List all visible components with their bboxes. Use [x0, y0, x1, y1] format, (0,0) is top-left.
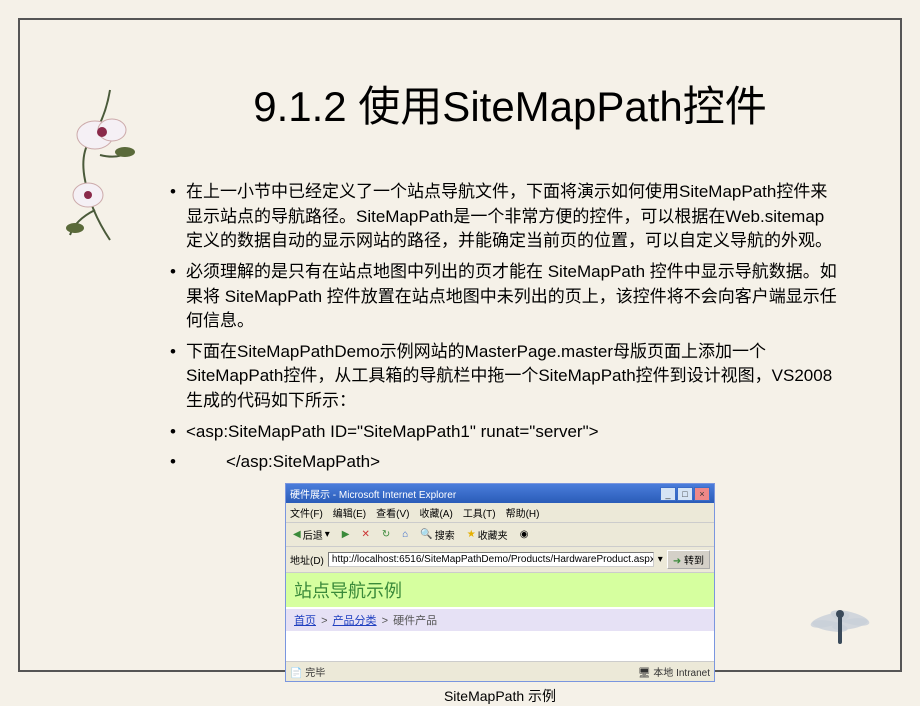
flower-decoration — [50, 80, 170, 260]
stop-button[interactable]: ✕ — [358, 528, 372, 541]
code-line: </asp:SiteMapPath> — [186, 450, 840, 475]
menu-view[interactable]: 查看(V) — [376, 505, 409, 520]
bullet-2: • 必须理解的是只有在站点地图中列出的页才能在 SiteMapPath 控件中显… — [160, 260, 840, 334]
breadcrumb-sep: > — [321, 615, 327, 627]
breadcrumb-category[interactable]: 产品分类 — [333, 615, 377, 627]
ie-window: 硬件展示 - Microsoft Internet Explorer _ □ ×… — [285, 483, 715, 682]
breadcrumb: 首页 > 产品分类 > 硬件产品 — [286, 609, 714, 631]
star-icon: ★ — [467, 529, 476, 540]
media-icon: ◉ — [520, 529, 529, 540]
menu-help[interactable]: 帮助(H) — [506, 505, 540, 520]
figure-caption: SiteMapPath 示例 — [160, 686, 840, 706]
code-line: <asp:SiteMapPath ID="SiteMapPath1" runat… — [186, 420, 840, 445]
close-icon[interactable]: × — [694, 487, 710, 501]
bullet-text: 必须理解的是只有在站点地图中列出的页才能在 SiteMapPath 控件中显示导… — [186, 260, 840, 334]
breadcrumb-sep: > — [382, 615, 388, 627]
slide-title: 9.1.2 使用SiteMapPath控件 — [180, 80, 840, 135]
titlebar-buttons: _ □ × — [660, 487, 710, 501]
done-icon: 📄 — [290, 668, 302, 679]
home-button[interactable]: ⌂ — [399, 528, 411, 541]
bullet-code-close: • </asp:SiteMapPath> — [160, 450, 840, 475]
page-header: 站点导航示例 — [286, 573, 714, 607]
ie-content: 站点导航示例 首页 > 产品分类 > 硬件产品 — [286, 573, 714, 661]
go-button[interactable]: ➜ 转到 — [667, 550, 710, 569]
forward-icon: ▶ — [342, 529, 350, 540]
media-button[interactable]: ◉ — [517, 528, 532, 541]
bullet-3: • 下面在SiteMapPathDemo示例网站的MasterPage.mast… — [160, 340, 840, 414]
back-icon: ◀ — [293, 529, 301, 540]
zone-text: 本地 Intranet — [653, 668, 710, 679]
zone-icon: 🖥 — [638, 668, 651, 679]
breadcrumb-current: 硬件产品 — [393, 615, 437, 627]
search-icon: 🔍 — [420, 529, 432, 540]
ie-title: 硬件展示 - Microsoft Internet Explorer — [290, 486, 456, 501]
menu-file[interactable]: 文件(F) — [290, 505, 323, 520]
chevron-down-icon: ▾ — [325, 529, 330, 540]
search-button[interactable]: 🔍 搜索 — [417, 526, 457, 543]
address-input[interactable]: http://localhost:6516/SiteMapPathDemo/Pr… — [328, 552, 654, 567]
menu-edit[interactable]: 编辑(E) — [333, 505, 366, 520]
menu-fav[interactable]: 收藏(A) — [419, 505, 452, 520]
dropdown-icon[interactable]: ▾ — [658, 554, 663, 565]
content-area: • 在上一小节中已经定义了一个站点导航文件，下面将演示如何使用SiteMapPa… — [160, 180, 840, 706]
minimize-icon[interactable]: _ — [660, 487, 676, 501]
back-button[interactable]: ◀ 后退 ▾ — [290, 526, 333, 543]
bullet-text: 在上一小节中已经定义了一个站点导航文件，下面将演示如何使用SiteMapPath… — [186, 180, 840, 254]
breadcrumb-home[interactable]: 首页 — [294, 615, 316, 627]
stop-icon: ✕ — [361, 529, 369, 540]
bullet-marker: • — [160, 450, 186, 475]
refresh-icon: ↻ — [382, 529, 390, 540]
refresh-button[interactable]: ↻ — [379, 528, 393, 541]
ie-toolbar: ◀ 后退 ▾ ▶ ✕ ↻ ⌂ 🔍 搜索 ★ — [286, 523, 714, 547]
favorites-button[interactable]: ★ 收藏夹 — [464, 526, 511, 543]
maximize-icon[interactable]: □ — [677, 487, 693, 501]
bullet-1: • 在上一小节中已经定义了一个站点导航文件，下面将演示如何使用SiteMapPa… — [160, 180, 840, 254]
go-icon: ➜ — [673, 556, 681, 567]
bullet-marker: • — [160, 340, 186, 365]
ie-addressbar: 地址(D) http://localhost:6516/SiteMapPathD… — [286, 547, 714, 573]
bullet-marker: • — [160, 420, 186, 445]
ie-menubar: 文件(F) 编辑(E) 查看(V) 收藏(A) 工具(T) 帮助(H) — [286, 503, 714, 523]
bullet-marker: • — [160, 180, 186, 205]
bullet-marker: • — [160, 260, 186, 285]
slide-frame: 9.1.2 使用SiteMapPath控件 • 在上一小节中已经定义了一个站点导… — [18, 18, 902, 672]
ie-titlebar: 硬件展示 - Microsoft Internet Explorer _ □ × — [286, 484, 714, 503]
screenshot-wrapper: 硬件展示 - Microsoft Internet Explorer _ □ ×… — [160, 483, 840, 706]
bullet-text: 下面在SiteMapPathDemo示例网站的MasterPage.master… — [186, 340, 840, 414]
bullet-code-open: • <asp:SiteMapPath ID="SiteMapPath1" run… — [160, 420, 840, 445]
status-text: 完毕 — [305, 668, 325, 679]
ie-statusbar: 📄 完毕 🖥 本地 Intranet — [286, 661, 714, 681]
forward-button[interactable]: ▶ — [339, 528, 353, 541]
menu-tools[interactable]: 工具(T) — [463, 505, 496, 520]
address-label: 地址(D) — [290, 552, 324, 567]
home-icon: ⌂ — [402, 529, 408, 540]
